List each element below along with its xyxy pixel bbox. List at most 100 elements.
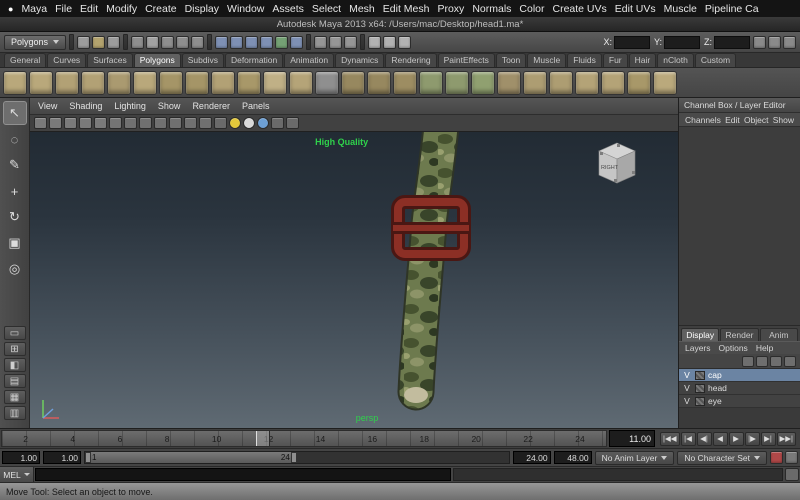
playback-start-field[interactable] [43,451,81,464]
scale-tool[interactable]: ▣ [3,231,27,255]
shelf-tab[interactable]: nCloth [657,53,694,67]
menubar-item[interactable]: Edit UVs [615,3,656,15]
shelf-tab[interactable]: General [4,53,47,67]
playback-end-field[interactable] [512,451,551,464]
shelf-tab[interactable]: Fur [602,53,628,67]
script-editor-icon[interactable] [785,468,799,481]
separate-icon[interactable] [367,70,391,95]
rotate-tool[interactable]: ↻ [3,205,27,229]
select-by-object-icon[interactable] [146,35,160,49]
shelf-tab[interactable]: Curves [47,53,87,67]
layer-visibility-toggle[interactable]: V [682,383,692,393]
command-line-results[interactable] [453,468,783,481]
go-to-end-button[interactable]: ▶▶| [776,431,796,446]
layer-editor-tab[interactable]: Render [720,328,759,341]
safe-action-icon[interactable] [184,117,197,129]
layer-visibility-toggle[interactable]: V [682,370,692,380]
animation-preferences-button[interactable] [785,451,798,464]
single-pane-layout-button[interactable]: ▭ [3,326,26,340]
move-layer-down-button[interactable] [784,355,796,367]
status-group-divider[interactable] [207,34,213,50]
persp-outliner-layout-button[interactable]: ◧ [3,358,26,372]
poly-helix-icon[interactable] [237,70,261,95]
extrude-icon[interactable] [523,70,547,95]
camera-attributes-icon[interactable] [64,117,77,129]
layer-row[interactable]: V eye [679,395,800,408]
menubar-item[interactable]: Edit Mesh [383,3,430,15]
menubar-item[interactable]: Maya [21,3,47,15]
extract-icon[interactable] [393,70,417,95]
menubar-item[interactable]: Mesh [349,3,375,15]
shelf-tab[interactable]: Toon [495,53,527,67]
channel-box-menu-item[interactable]: Show [773,115,794,125]
poly-pipe-icon[interactable] [211,70,235,95]
poly-plane-icon[interactable] [107,70,131,95]
snap-together-icon[interactable] [290,35,304,49]
lasso-tool[interactable]: ◌ [3,127,27,151]
panel-menu-item[interactable]: Shading [69,101,102,111]
shelf-tab[interactable]: Animation [284,53,335,67]
poly-cone-icon[interactable] [81,70,105,95]
combine-icon[interactable] [341,70,365,95]
shelf-tab[interactable]: Muscle [527,53,567,67]
panel-menu-item[interactable]: Show [158,101,181,111]
command-line-language-button[interactable]: MEL [0,467,34,482]
poly-cube-icon[interactable] [29,70,53,95]
bevel-icon[interactable] [653,70,677,95]
layer-editor-menu-item[interactable]: Layers [685,343,711,353]
auto-keyframe-button[interactable] [770,451,783,464]
shelf-tab[interactable]: Rendering [385,53,437,67]
construction-history-icon[interactable] [344,35,358,49]
bridge-icon[interactable] [549,70,573,95]
character-set-dropdown[interactable]: No Character Set [677,450,767,465]
show-attribute-editor-icon[interactable] [753,35,766,49]
insert-edge-loop-icon[interactable] [627,70,651,95]
film-gate-icon[interactable] [124,117,137,129]
boolean-difference-icon[interactable] [445,70,469,95]
paint-selection-tool[interactable]: ✎ [3,153,27,177]
poly-prism-icon[interactable] [159,70,183,95]
menubar-item[interactable]: File [55,3,72,15]
persp-graph-layout-button[interactable]: ▤ [3,374,26,388]
save-scene-icon[interactable] [107,35,121,49]
input-connections-icon[interactable] [314,35,328,49]
menubar-item[interactable]: Color [519,3,544,15]
menubar-item[interactable]: Proxy [437,3,464,15]
poly-cylinder-icon[interactable] [55,70,79,95]
move-tool[interactable]: + [3,179,27,203]
play-forward-button[interactable]: ▶ [728,431,744,446]
coordinate-input[interactable] [664,35,700,49]
panel-menu-item[interactable]: View [38,101,57,111]
channel-box-menu-item[interactable]: Object [744,115,769,125]
reduce-icon[interactable] [497,70,521,95]
coordinate-input[interactable] [613,35,650,49]
show-tool-settings-icon[interactable] [768,35,781,49]
channel-box-body[interactable] [679,127,800,326]
shelf-tab[interactable]: Dynamics [335,53,385,67]
snap-to-point-icon[interactable] [245,35,259,49]
menubar-item[interactable]: Create [145,3,177,15]
menubar-item[interactable]: Window [227,3,264,15]
viewport-canvas[interactable] [30,132,678,428]
watch-strap-model[interactable] [397,132,460,411]
grid-icon[interactable] [109,117,122,129]
layer-color-swatch[interactable] [695,383,705,393]
image-plane-icon[interactable] [94,117,107,129]
apple-menu-icon[interactable]: ● [8,4,13,14]
menubar-item[interactable]: Pipeline Ca [705,3,759,15]
animation-start-field[interactable] [2,451,40,464]
select-camera-icon[interactable] [34,117,47,129]
status-group-divider[interactable] [306,34,312,50]
shelf-tab[interactable]: Subdivs [181,53,224,67]
resolution-gate-icon[interactable] [139,117,152,129]
bookmark-icon[interactable] [79,117,92,129]
shelf-tab[interactable]: PaintEffects [437,53,495,67]
last-tool[interactable]: ◎ [3,257,27,281]
poly-pyramid-icon[interactable] [185,70,209,95]
panel-menu-item[interactable]: Renderer [192,101,230,111]
smooth-icon[interactable] [471,70,495,95]
xray-icon[interactable] [271,117,284,129]
channel-box-menu-item[interactable]: Channels [685,115,721,125]
split-polygon-icon[interactable] [601,70,625,95]
menubar-item[interactable]: Modify [106,3,137,15]
